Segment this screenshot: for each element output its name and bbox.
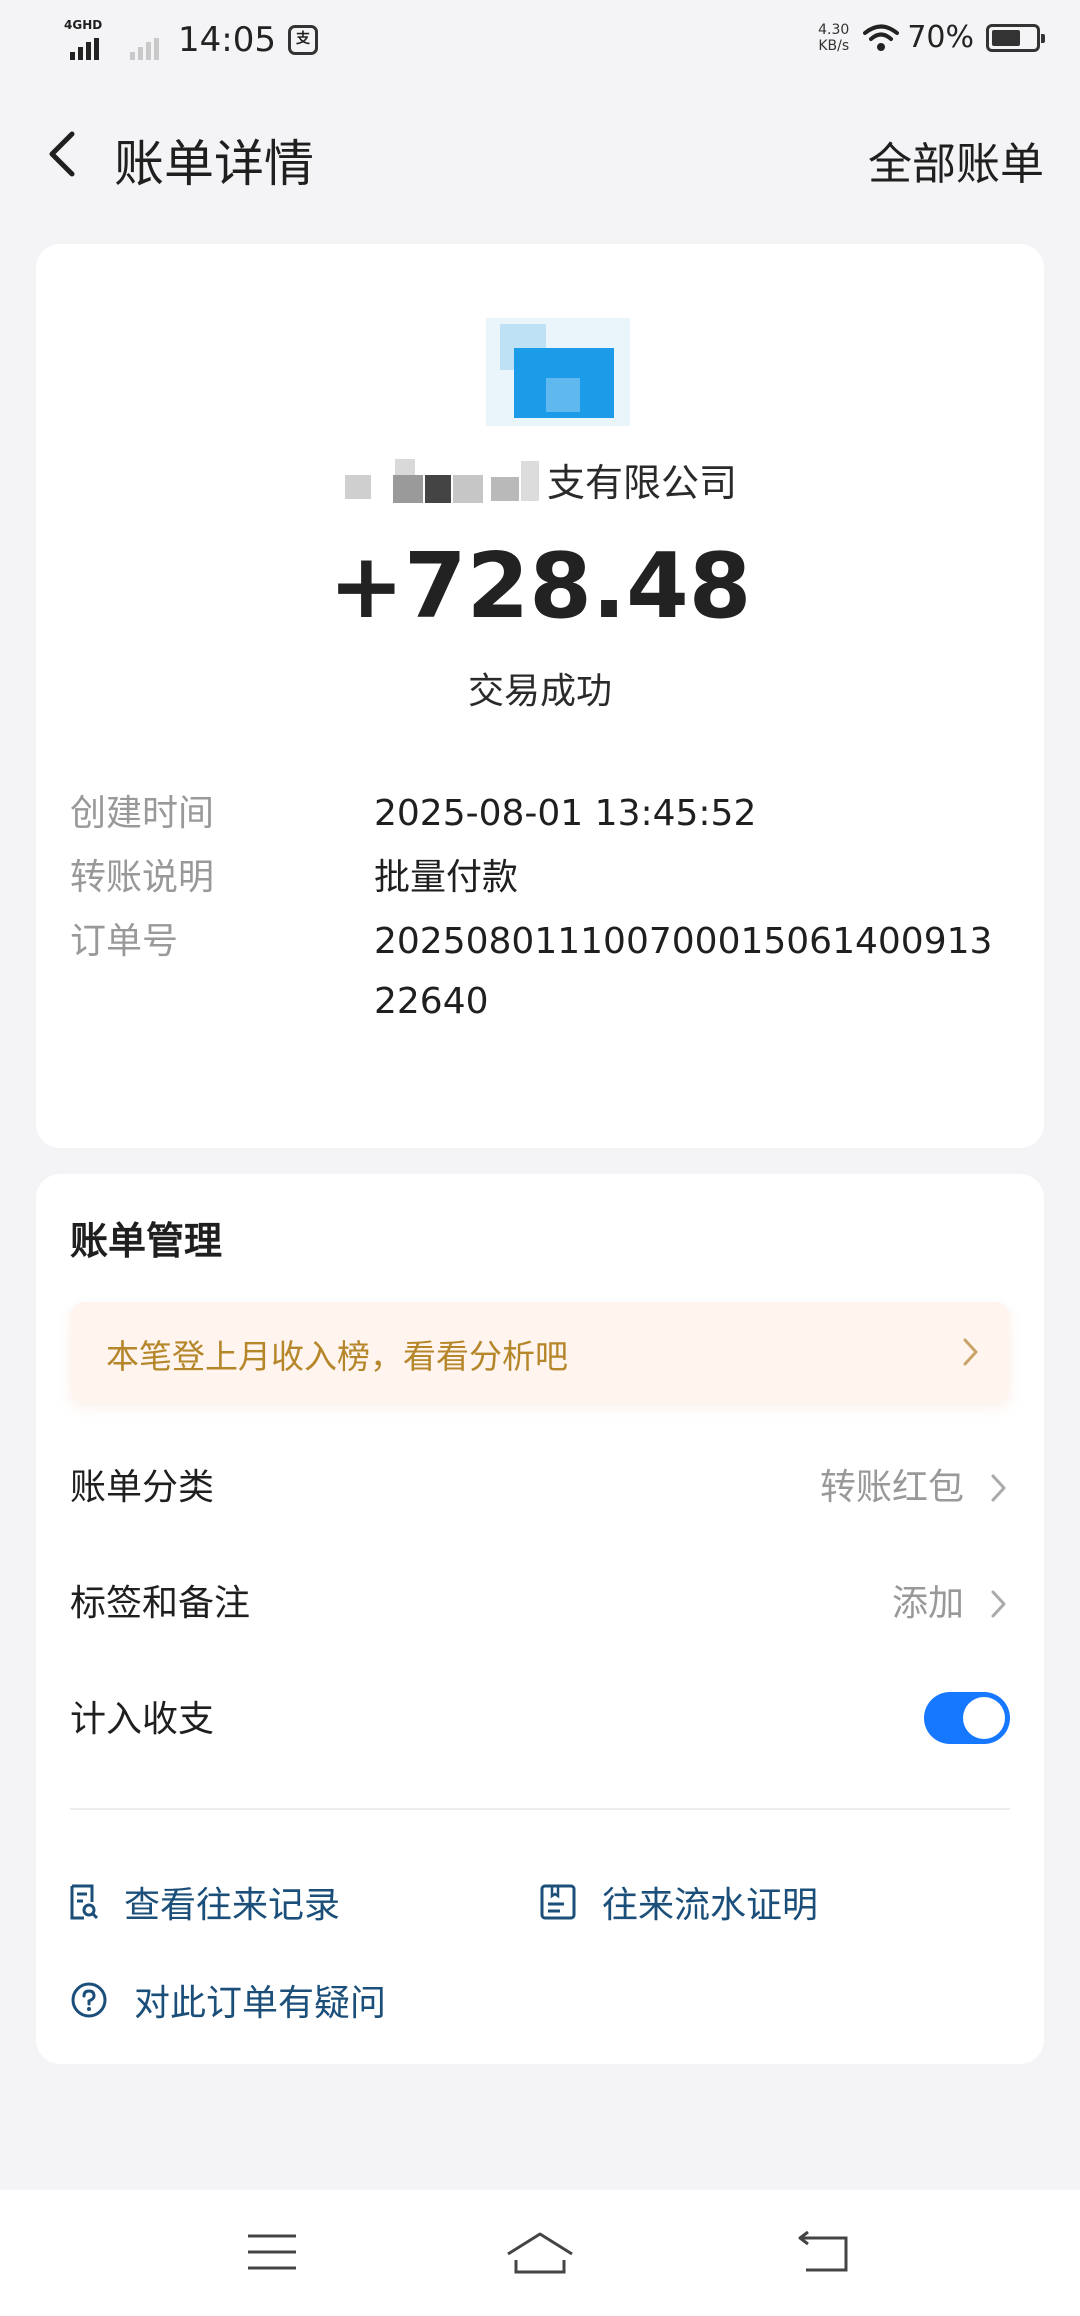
all-bills-link[interactable]: 全部账单 <box>868 128 1044 192</box>
wifi-icon <box>863 24 900 51</box>
detail-value: 2025-08-01 13:45:52 <box>374 793 757 834</box>
transaction-card: 支有限公司 +728.48 交易成功 创建时间 2025-08-01 13:45… <box>36 244 1044 1148</box>
clock: 14:05 <box>178 20 276 60</box>
network-speed-value: 4.30 <box>818 21 850 38</box>
status-right: 4.30 KB/s 70% <box>818 20 1045 55</box>
bill-category-row[interactable]: 账单分类 转账红包 <box>70 1458 1010 1518</box>
order-question-link[interactable]: 对此订单有疑问 <box>70 1970 386 2030</box>
include-in-ledger-toggle[interactable] <box>924 1692 1010 1744</box>
record-search-icon <box>70 1884 98 1920</box>
transaction-amount: +728.48 <box>328 534 752 639</box>
tags-notes-row[interactable]: 标签和备注 添加 <box>70 1574 1010 1634</box>
top-navigation: 账单详情 全部账单 <box>0 100 1080 210</box>
chevron-right-icon <box>991 1474 1006 1502</box>
link-label: 往来流水证明 <box>602 1885 819 1926</box>
alipay-notification-icon: 支 <box>287 25 318 55</box>
merchant-logo <box>486 318 630 426</box>
network-speed: 4.30 KB/s <box>818 22 849 54</box>
statement-proof-icon <box>540 1884 576 1920</box>
include-in-ledger-row: 计入收支 <box>70 1690 1010 1750</box>
back-icon[interactable] <box>796 2230 852 2274</box>
link-label: 查看往来记录 <box>124 1885 341 1926</box>
detail-label: 订单号 <box>70 921 179 962</box>
cellular-signal-2-icon <box>124 18 162 62</box>
page-title: 账单详情 <box>114 135 314 193</box>
menu-icon[interactable] <box>246 2230 298 2274</box>
question-circle-icon <box>71 1982 107 2018</box>
battery-icon <box>986 23 1045 52</box>
chevron-right-icon <box>991 1590 1006 1618</box>
section-title: 账单管理 <box>70 1219 223 1263</box>
network-type-label: 4GHD <box>64 18 103 32</box>
network-speed-unit: KB/s <box>818 37 850 54</box>
detail-label: 转账说明 <box>70 857 215 898</box>
system-navigation-bar <box>0 2190 1080 2316</box>
back-arrow-icon[interactable] <box>36 126 92 182</box>
home-icon[interactable] <box>504 2230 576 2276</box>
row-value: 转账红包 <box>819 1467 964 1508</box>
row-label: 标签和备注 <box>70 1583 251 1624</box>
cellular-signal-icon: 4GHD <box>64 18 114 62</box>
chevron-right-icon <box>963 1338 978 1366</box>
detail-value: 批量付款 <box>374 857 519 898</box>
redacted-text <box>343 455 547 505</box>
detail-label: 创建时间 <box>70 793 215 834</box>
row-label: 计入收支 <box>70 1699 215 1740</box>
row-label: 账单分类 <box>70 1467 215 1508</box>
view-history-link[interactable]: 查看往来记录 <box>70 1872 340 1932</box>
bill-management-card: 账单管理 本笔登上月收入榜，看看分析吧 账单分类 转账红包 标签和备注 添加 计… <box>36 1174 1044 2064</box>
income-rank-banner[interactable]: 本笔登上月收入榜，看看分析吧 <box>70 1302 1010 1402</box>
statement-proof-link[interactable]: 往来流水证明 <box>540 1872 818 1932</box>
divider <box>70 1808 1010 1810</box>
order-number-value[interactable]: 20250801110070001506140091322640 <box>374 912 1010 1032</box>
transaction-status: 交易成功 <box>467 671 612 712</box>
row-value: 添加 <box>891 1583 964 1624</box>
status-left: 4GHD 14:05 支 <box>64 18 318 62</box>
status-bar: 4GHD 14:05 支 4.30 KB/s 70% <box>0 0 1080 84</box>
battery-percent: 70% <box>907 20 974 55</box>
link-label: 对此订单有疑问 <box>134 1983 387 2024</box>
merchant-name: 支有限公司 <box>36 452 1044 508</box>
banner-text: 本笔登上月收入榜，看看分析吧 <box>106 1337 568 1376</box>
merchant-name-text: 支有限公司 <box>546 461 737 505</box>
